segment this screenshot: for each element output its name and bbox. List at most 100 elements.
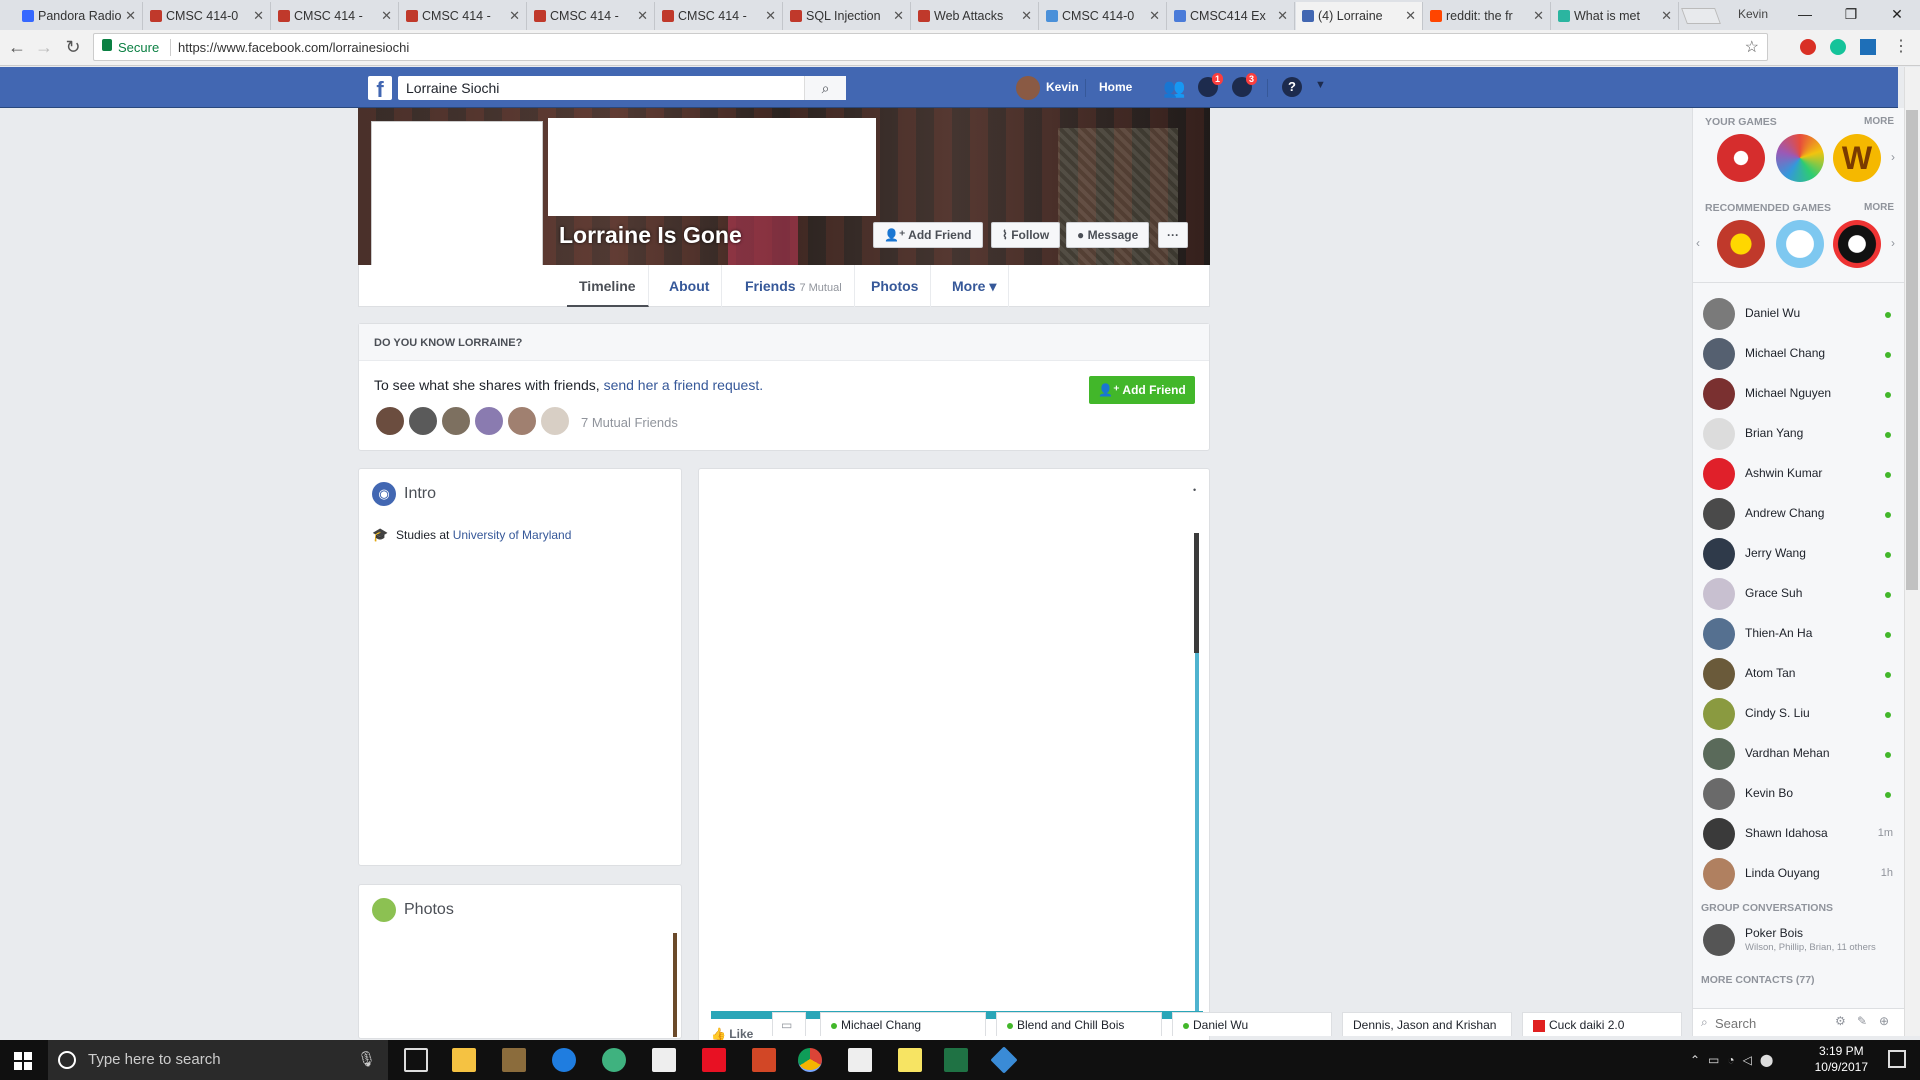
game-icon[interactable] [1776, 134, 1824, 182]
contact-item[interactable]: Brian Yang [1703, 416, 1899, 450]
browser-tab[interactable]: CMSC 414 - ✕ [656, 2, 783, 30]
post-image[interactable] [711, 533, 1199, 1013]
browser-tab[interactable]: CMSC 414 - ✕ [272, 2, 399, 30]
browser-tab[interactable]: (4) Lorraine ✕ [1296, 2, 1423, 30]
tab-photos[interactable]: Photos [859, 265, 932, 307]
store-icon[interactable] [652, 1048, 676, 1072]
game-icon[interactable] [1717, 220, 1765, 268]
close-tab-icon[interactable]: ✕ [125, 2, 136, 30]
like-button[interactable]: 👍 Like [711, 1027, 753, 1041]
taskbar-search[interactable]: Type here to search 🎙 [48, 1040, 388, 1080]
close-tab-icon[interactable]: ✕ [1149, 2, 1160, 30]
restore-icon[interactable]: ❐ [1828, 6, 1874, 23]
game-icon[interactable] [1776, 220, 1824, 268]
microphone-icon[interactable]: 🎙 [357, 1040, 376, 1080]
star-icon[interactable]: ☆ [1745, 37, 1759, 57]
contact-item[interactable]: Thien-An Ha [1703, 616, 1899, 650]
browser-tab[interactable]: CMSC414 Ex ✕ [1168, 2, 1295, 30]
system-tray-icons[interactable]: ⌃▭◔◁⬤ [1690, 1053, 1781, 1067]
friend-request-link[interactable]: send her a friend request. [604, 377, 764, 393]
gear-icon[interactable]: ⚙ [1835, 1014, 1846, 1028]
close-tab-icon[interactable]: ✕ [1405, 2, 1416, 30]
browser-tab[interactable]: What is met ✕ [1552, 2, 1679, 30]
chevron-right-icon[interactable]: › [1891, 236, 1895, 250]
chat-tab[interactable]: Daniel Wu [1172, 1012, 1332, 1036]
contact-item[interactable]: Jerry Wang [1703, 536, 1899, 570]
notifications-icon[interactable] [1888, 1050, 1906, 1068]
contact-item[interactable]: Cindy S. Liu [1703, 696, 1899, 730]
contact-item[interactable]: Ashwin Kumar [1703, 456, 1899, 490]
close-tab-icon[interactable]: ✕ [893, 2, 904, 30]
message-button[interactable]: ● Message [1066, 222, 1150, 248]
virtualbox-icon[interactable] [990, 1046, 1018, 1074]
tab-friends[interactable]: Friends 7 Mutual [733, 265, 855, 307]
contact-item[interactable]: Atom Tan [1703, 656, 1899, 690]
contact-item[interactable]: Michael Nguyen [1703, 376, 1899, 410]
compose-icon[interactable]: ✎ [1857, 1014, 1867, 1028]
search-input[interactable]: Lorraine Siochi ⌕ [398, 76, 846, 100]
close-tab-icon[interactable]: ✕ [1277, 2, 1288, 30]
contact-item[interactable]: Daniel Wu [1703, 296, 1899, 330]
url-input[interactable]: Secure https://www.facebook.com/lorraine… [93, 33, 1768, 61]
contact-item[interactable]: Andrew Chang [1703, 496, 1899, 530]
forward-icon[interactable]: → [33, 36, 55, 58]
account-menu-icon[interactable]: ▼ [1315, 79, 1326, 91]
contact-item[interactable]: Linda Ouyang 1h [1703, 856, 1899, 890]
browser-tab[interactable]: reddit: the fr ✕ [1424, 2, 1551, 30]
browser-tab[interactable]: CMSC 414-0 ✕ [144, 2, 271, 30]
excel-icon[interactable] [944, 1048, 968, 1072]
game-icon[interactable] [1833, 220, 1881, 268]
contact-item[interactable]: Vardhan Mehan [1703, 736, 1899, 770]
chat-tab[interactable]: Michael Chang [820, 1012, 986, 1036]
chat-tab[interactable]: Blend and Chill Bois [996, 1012, 1162, 1036]
follow-button[interactable]: ⌇ Follow [991, 222, 1061, 248]
profile-link[interactable]: Kevin [1046, 80, 1079, 94]
close-tab-icon[interactable]: ✕ [253, 2, 264, 30]
profile-name[interactable]: Lorraine Is Gone [559, 222, 742, 249]
extension-icon[interactable] [1860, 39, 1876, 55]
chat-tab[interactable]: Cuck daiki 2.0 [1522, 1012, 1682, 1036]
game-icon[interactable] [1717, 134, 1765, 182]
photo-thumbnail[interactable] [673, 933, 677, 1037]
browser-tab[interactable]: CMSC 414 - ✕ [400, 2, 527, 30]
mail-icon[interactable] [848, 1048, 872, 1072]
close-tab-icon[interactable]: ✕ [381, 2, 392, 30]
tab-more[interactable]: More ▾ [940, 265, 1010, 307]
browser-tab[interactable]: SQL Injection ✕ [784, 2, 911, 30]
chat-compose-icon[interactable]: ▭ [772, 1012, 806, 1036]
close-tab-icon[interactable]: ✕ [1533, 2, 1544, 30]
search-icon[interactable]: ⌕ [804, 76, 846, 100]
add-friend-button[interactable]: 👤⁺ Add Friend [873, 222, 983, 248]
close-tab-icon[interactable]: ✕ [1021, 2, 1032, 30]
task-view-icon[interactable] [404, 1048, 428, 1072]
chrome-icon[interactable] [798, 1048, 822, 1072]
file-explorer-icon[interactable] [452, 1048, 476, 1072]
grammarly-icon[interactable] [1830, 39, 1846, 55]
minimize-icon[interactable]: — [1782, 6, 1828, 22]
close-tab-icon[interactable]: ✕ [637, 2, 648, 30]
browser-tab[interactable]: CMSC 414 - ✕ [528, 2, 655, 30]
contact-item[interactable]: Kevin Bo [1703, 776, 1899, 810]
close-icon[interactable]: ✕ [1874, 6, 1920, 23]
close-tab-icon[interactable]: ✕ [765, 2, 776, 30]
clock[interactable]: 3:19 PM 10/9/2017 [1815, 1043, 1868, 1075]
more-options-button[interactable]: ··· [1158, 222, 1188, 248]
contact-item[interactable]: Michael Chang [1703, 336, 1899, 370]
browser-tab[interactable]: Web Attacks ✕ [912, 2, 1039, 30]
menu-icon[interactable]: ⋮ [1893, 36, 1909, 56]
avatar[interactable] [506, 405, 538, 437]
powerpoint-icon[interactable] [752, 1048, 776, 1072]
avatar[interactable] [1016, 76, 1040, 100]
app-icon[interactable] [702, 1048, 726, 1072]
chat-search-input[interactable] [1715, 1013, 1825, 1033]
more-link[interactable]: MORE [1864, 202, 1894, 213]
close-tab-icon[interactable]: ✕ [509, 2, 520, 30]
chevron-right-icon[interactable]: › [1891, 150, 1895, 164]
tab-about[interactable]: About [657, 265, 723, 307]
facebook-logo-icon[interactable]: f [368, 76, 392, 102]
contact-item[interactable]: Grace Suh [1703, 576, 1899, 610]
browser-tab[interactable]: CMSC 414-0 ✕ [1040, 2, 1167, 30]
mutual-friends-link[interactable]: 7 Mutual Friends [581, 415, 678, 430]
new-tab-button[interactable] [1681, 8, 1721, 24]
group-add-icon[interactable]: ⊕ [1879, 1014, 1889, 1028]
